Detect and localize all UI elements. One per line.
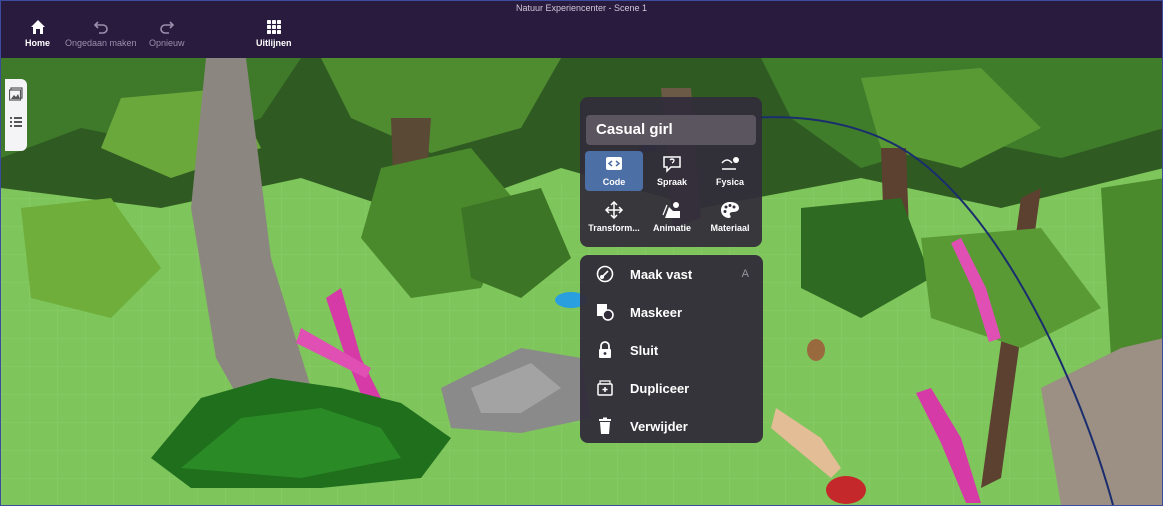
redo-label: Opnieuw bbox=[149, 38, 185, 48]
tool-speech[interactable]: Spraak bbox=[643, 151, 701, 191]
align-button[interactable]: Uitlijnen bbox=[256, 19, 292, 48]
tool-transform-label: Transform... bbox=[588, 223, 640, 233]
side-rail bbox=[5, 79, 27, 151]
tool-speech-label: Spraak bbox=[656, 177, 688, 187]
tool-code[interactable]: Code bbox=[585, 151, 643, 191]
undo-icon bbox=[93, 21, 108, 34]
move-icon bbox=[604, 201, 624, 219]
attach-hotkey: A bbox=[741, 268, 749, 280]
code-icon bbox=[606, 157, 622, 170]
tool-animation-label: Animatie bbox=[652, 223, 691, 233]
list-icon[interactable] bbox=[9, 115, 23, 129]
undo-button[interactable]: Ongedaan maken bbox=[65, 19, 137, 48]
palette-icon bbox=[721, 202, 739, 218]
menu-item-duplicate-label: Dupliceer bbox=[630, 380, 690, 396]
tool-material-label: Materiaal bbox=[710, 223, 750, 233]
grid-icon bbox=[266, 20, 281, 34]
menu-item-lock-label: Sluit bbox=[630, 342, 659, 358]
object-panel: Casual girl Code Spraak Fysica Transform… bbox=[580, 97, 762, 247]
context-menu: Maak vast A Maskeer Sluit Dupliceer Verw… bbox=[580, 255, 763, 443]
tool-transform[interactable]: Transform... bbox=[585, 197, 643, 237]
menu-item-lock[interactable]: Sluit bbox=[580, 332, 763, 368]
duplicate-icon bbox=[594, 377, 616, 399]
home-button[interactable]: Home bbox=[25, 19, 50, 48]
home-label: Home bbox=[25, 38, 51, 48]
tool-physics-label: Fysica bbox=[715, 177, 745, 187]
undo-label: Ongedaan maken bbox=[65, 38, 137, 48]
home-icon bbox=[30, 20, 45, 34]
menu-item-duplicate[interactable]: Dupliceer bbox=[580, 370, 763, 406]
animation-icon bbox=[662, 202, 680, 218]
menu-item-attach[interactable]: Maak vast A bbox=[580, 256, 763, 292]
menu-item-mask[interactable]: Maskeer bbox=[580, 294, 763, 330]
speech-bubble-icon bbox=[663, 156, 681, 173]
redo-icon bbox=[159, 21, 174, 34]
trash-icon bbox=[594, 415, 616, 437]
tool-material[interactable]: Materiaal bbox=[701, 197, 759, 237]
physics-icon bbox=[721, 157, 739, 170]
tool-code-label: Code bbox=[602, 177, 626, 187]
mask-icon bbox=[594, 301, 616, 323]
align-label: Uitlijnen bbox=[256, 38, 292, 48]
menu-item-attach-label: Maak vast bbox=[630, 266, 693, 282]
object-name-field[interactable]: Casual girl bbox=[586, 115, 756, 145]
gallery-icon[interactable] bbox=[8, 87, 23, 101]
redo-button[interactable]: Opnieuw bbox=[149, 19, 185, 48]
lock-icon bbox=[594, 339, 616, 361]
window-title: Natuur Experiencenter - Scene 1 bbox=[515, 3, 648, 13]
app-window: Natuur Experiencenter - Scene 1 Home Ong… bbox=[0, 0, 1163, 506]
menu-item-delete[interactable]: Verwijder bbox=[580, 408, 763, 444]
attach-icon bbox=[594, 263, 616, 285]
menu-item-mask-label: Maskeer bbox=[630, 304, 683, 320]
top-toolbar: Natuur Experiencenter - Scene 1 Home Ong… bbox=[1, 1, 1162, 58]
tool-physics[interactable]: Fysica bbox=[701, 151, 759, 191]
menu-item-delete-label: Verwijder bbox=[630, 418, 688, 434]
tool-animation[interactable]: Animatie bbox=[643, 197, 701, 237]
